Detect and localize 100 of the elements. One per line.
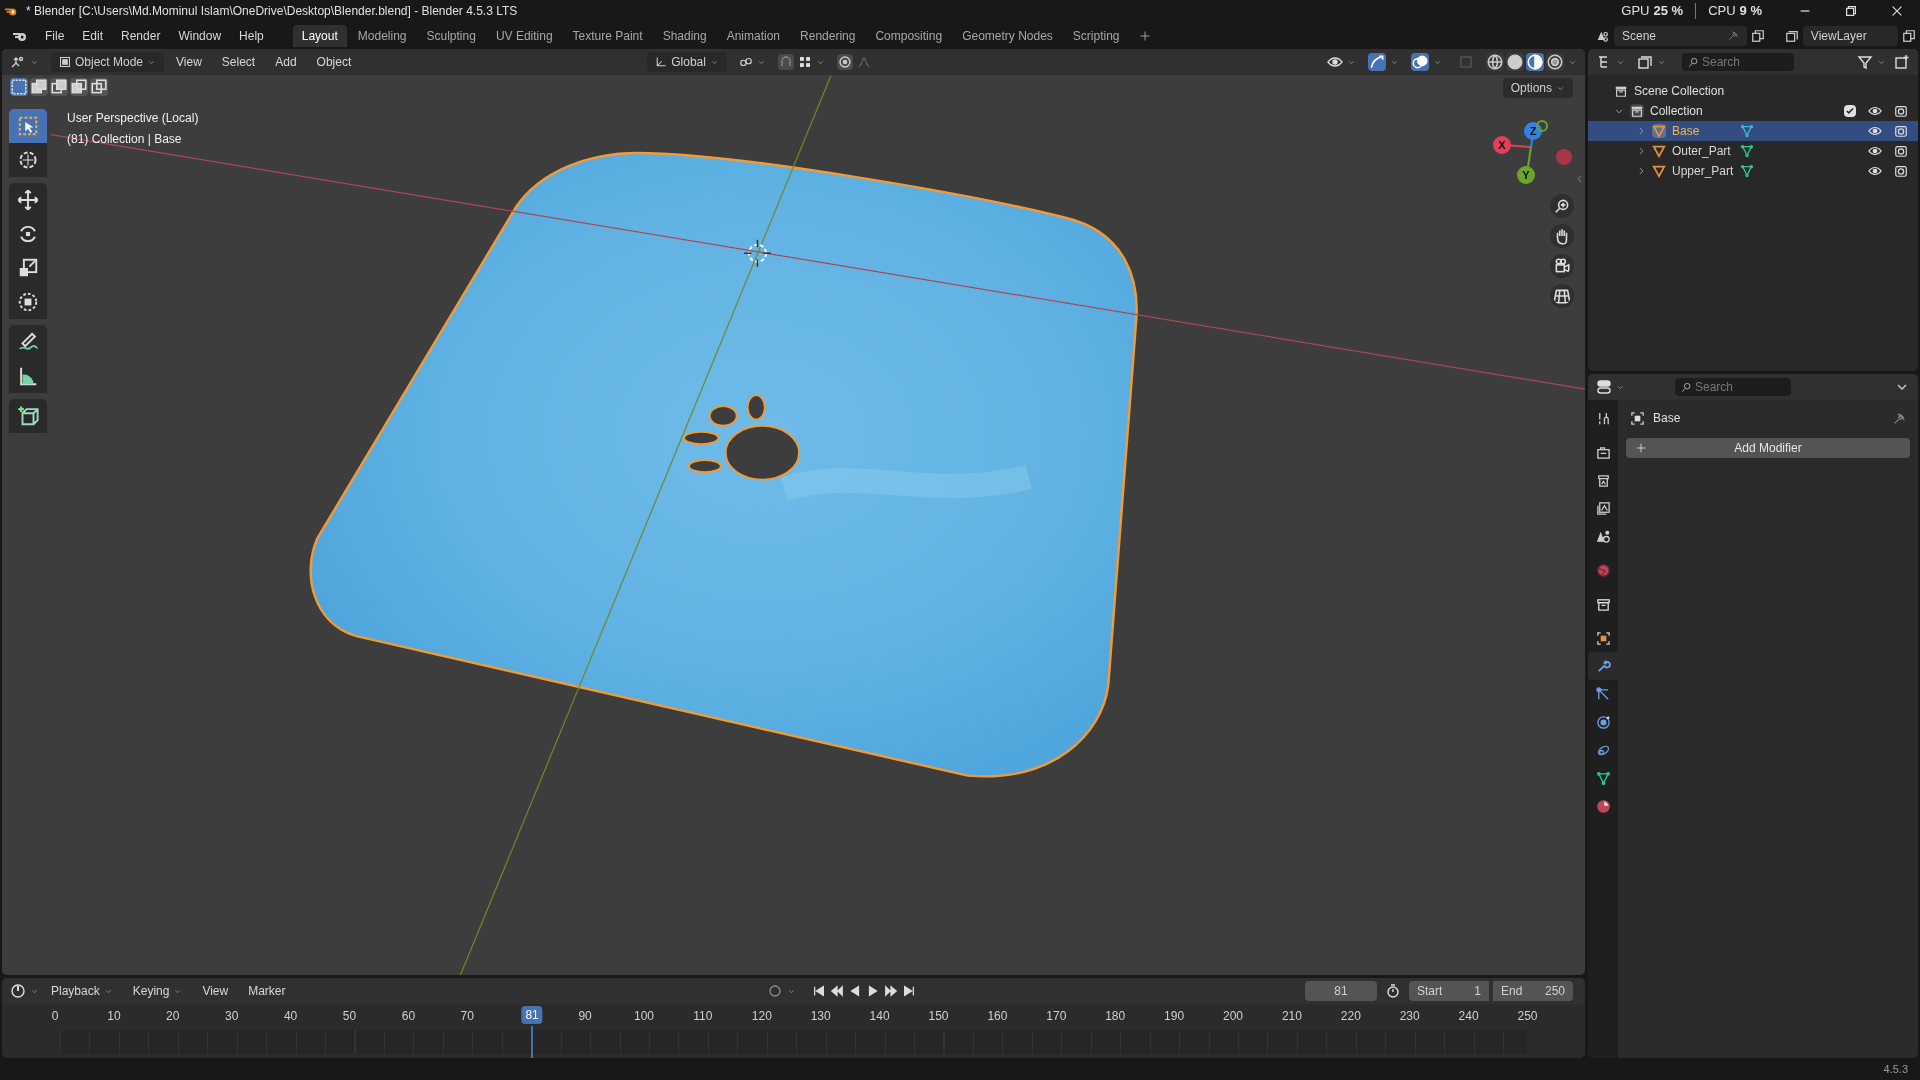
tree-item[interactable]: Collection [1650,102,1703,120]
menu-item[interactable]: Help [230,23,273,48]
eye-icon[interactable] [1868,124,1882,138]
axis-handle[interactable]: X [1493,136,1511,154]
previous-keyframe-icon[interactable] [829,984,844,998]
camera-icon[interactable] [1894,144,1908,158]
search-field[interactable]: Search [1682,53,1794,71]
pivot-icon[interactable] [738,55,753,69]
properties-editor-icon[interactable] [1596,379,1612,395]
menu-item[interactable]: Edit [73,23,113,48]
eye-icon[interactable] [1868,144,1882,158]
workspace-tab[interactable]: Texture Paint [563,24,652,47]
workspace-tab[interactable]: Layout [292,24,347,47]
workspace-tab[interactable]: Modeling [348,24,416,47]
mesh-data-icon[interactable] [1740,164,1754,178]
eye-icon[interactable] [1868,164,1882,178]
pin-icon[interactable] [1893,411,1906,425]
tool-button[interactable] [9,285,47,319]
workspace-tab[interactable]: Shading [653,24,716,47]
zoom-icon[interactable] [1550,194,1574,218]
overlay-toggle-icon[interactable] [1411,53,1429,71]
menu-item[interactable]: Render [112,23,170,48]
pin-icon[interactable] [1727,30,1739,41]
new-collection-icon[interactable] [1894,54,1910,70]
timeline-editor-icon[interactable] [10,983,26,999]
menu-item[interactable]: Marker [240,982,294,1000]
display-mode-icon[interactable] [1637,54,1653,70]
mode-dropdown[interactable]: Object Mode [51,52,165,72]
workspace-tab[interactable]: UV Editing [486,24,562,47]
camera-icon[interactable] [1894,164,1908,178]
tree-row[interactable]: Outer_Part [1588,141,1918,161]
mesh-data-icon[interactable] [1740,144,1754,158]
jump-end-icon[interactable] [901,984,916,998]
workspace-tab[interactable]: Rendering [791,24,865,47]
jump-start-icon[interactable] [811,984,826,998]
snap-grid-icon[interactable] [797,55,812,69]
start-frame-field[interactable]: Start 1 [1409,981,1489,1001]
selection-mode-icon[interactable] [50,78,68,96]
camera-icon[interactable] [1894,124,1908,138]
filter-icon[interactable] [1857,54,1873,70]
menu-item[interactable]: Select [213,53,264,71]
add-icon[interactable] [1138,29,1151,42]
hand-icon[interactable] [1550,224,1574,248]
expand-caret-icon[interactable] [1614,106,1624,116]
tree-row[interactable]: Upper_Part [1588,161,1918,181]
workspace-tab[interactable]: Compositing [866,24,952,47]
current-frame-field[interactable]: 81 [1305,981,1377,1001]
menu-item[interactable]: View [194,982,237,1000]
scene-field[interactable]: Scene [1614,25,1747,46]
restore-icon[interactable] [1844,4,1858,18]
axis-handle[interactable]: Z [1524,122,1542,140]
stopwatch-icon[interactable] [1385,983,1401,999]
workspace-tab[interactable]: Scripting [1063,24,1129,47]
view-layer-icon[interactable] [1784,28,1799,43]
add-modifier-button[interactable]: Add Modifier [1626,438,1910,458]
next-keyframe-icon[interactable] [883,984,898,998]
workspace-tab[interactable]: Animation [717,24,790,47]
camera-icon[interactable] [1894,104,1908,118]
new-layer-icon[interactable] [1902,28,1916,43]
selection-mode-icon[interactable] [30,78,48,96]
tree-row[interactable]: Base [1588,121,1918,141]
camera-icon[interactable] [1550,254,1574,278]
menu-item[interactable]: View [168,53,210,71]
tree-item[interactable]: Scene Collection [1634,82,1725,100]
orientation-dropdown[interactable]: Global [647,52,727,72]
wireframe-shading-icon[interactable] [1486,53,1504,71]
menu-item[interactable]: Window [169,23,231,48]
playhead-line[interactable] [531,1026,534,1058]
rendered-shading-icon[interactable] [1546,53,1564,71]
new-scene-icon[interactable] [1750,28,1765,43]
gizmo-toggle-icon[interactable] [1368,53,1386,71]
mesh-data-icon[interactable] [1740,124,1754,138]
menu-item[interactable]: Keying [124,982,191,1000]
visibility-icon[interactable] [1327,54,1343,70]
material-shading-icon[interactable] [1526,53,1544,71]
menu-item[interactable]: Object [308,53,360,71]
grid-icon[interactable] [1550,284,1574,308]
negative-axis-handle[interactable] [1536,120,1548,132]
menu-item[interactable]: Playback [43,982,121,1000]
menu-item[interactable]: Add [267,53,305,71]
editor-type-icon[interactable] [10,54,26,70]
properties-tab[interactable] [1588,652,1618,680]
selection-mode-icon[interactable] [10,78,28,96]
solid-shading-icon[interactable] [1506,53,1524,71]
eye-icon[interactable] [1868,104,1882,118]
workspace-tab[interactable]: Sculpting [417,24,485,47]
include-checkbox[interactable] [1844,105,1856,117]
tool-button[interactable] [9,183,47,217]
tool-button[interactable] [9,359,47,393]
workspace-tab[interactable]: Geometry Nodes [953,24,1062,47]
tool-button[interactable] [9,143,47,177]
menu-item[interactable]: File [36,23,74,48]
axis-handle[interactable]: Y [1517,166,1535,184]
selection-mode-icon[interactable] [70,78,88,96]
options-dropdown[interactable]: Options [1502,78,1573,98]
view-layer-field[interactable]: ViewLayer [1802,25,1898,46]
tool-button[interactable] [9,399,47,433]
close-icon[interactable] [1890,4,1904,18]
negative-axis-handle[interactable] [1556,149,1572,165]
auto-keying-icon[interactable] [766,983,783,999]
